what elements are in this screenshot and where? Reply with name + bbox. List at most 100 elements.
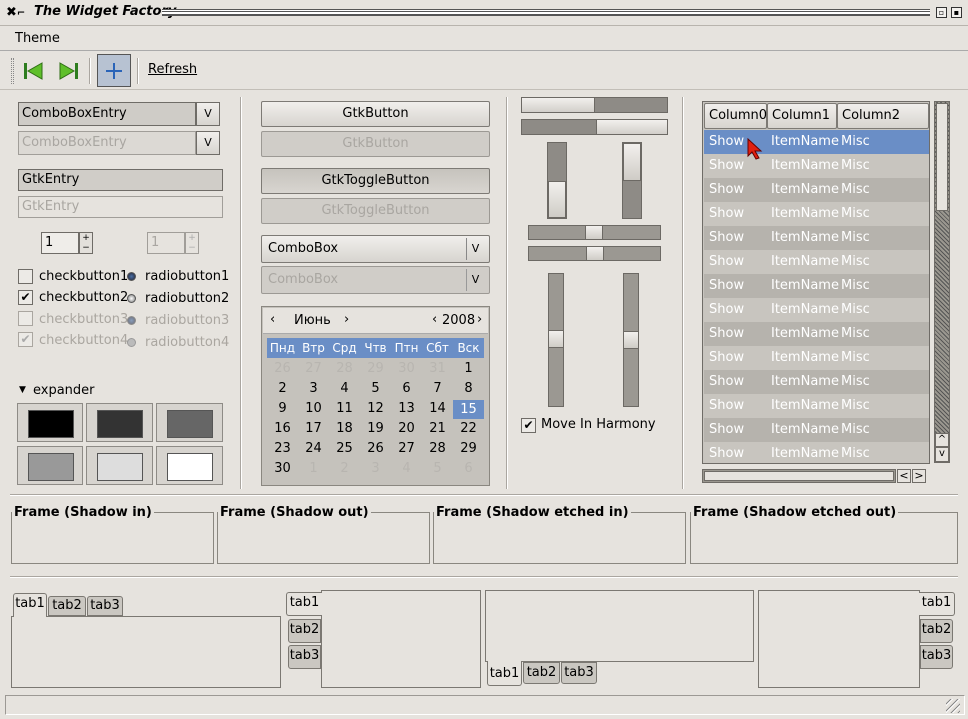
calendar-prev-month-icon[interactable]: ‹ [270,312,275,327]
calendar-day[interactable]: 3 [360,459,391,479]
calendar-day[interactable]: 10 [298,399,329,419]
calendar-day[interactable]: 5 [360,379,391,399]
table-row[interactable]: Show ItemName Misc [704,346,929,370]
tree-hscrollbar-thumb[interactable] [704,471,894,481]
notebook-left-tab3[interactable]: tab3 [288,645,321,669]
calendar-day[interactable]: 3 [298,379,329,399]
hscale-2-handle[interactable] [586,246,604,261]
calendar-day[interactable]: 6 [453,459,484,479]
calendar-day[interactable]: 7 [422,379,453,399]
calendar-prev-year-icon[interactable]: ‹ [432,312,437,327]
calendar-day[interactable]: 11 [329,399,360,419]
vscale-1[interactable] [548,273,564,407]
close-icon[interactable]: ✖⌐ [6,5,25,20]
radiobutton2-icon[interactable] [127,294,136,303]
scroll-right-icon[interactable]: > [912,469,926,483]
calendar-day[interactable]: 8 [453,379,484,399]
color-swatch-gray[interactable] [156,403,223,442]
notebook-bottom-tab2[interactable]: tab2 [523,662,560,684]
calendar-day[interactable]: 26 [360,439,391,459]
calendar-day[interactable]: 26 [267,359,298,379]
hscale-2[interactable] [528,246,661,261]
gtk-button[interactable]: GtkButton [261,101,490,127]
tree-view[interactable]: Column0 Column1 Column2 Show ItemName Misc… [702,101,930,464]
calendar-day[interactable]: 17 [298,419,329,439]
calendar-day[interactable]: 24 [298,439,329,459]
calendar-day[interactable]: 13 [391,399,422,419]
calendar-day[interactable]: 19 [360,419,391,439]
table-row[interactable]: Show ItemName Misc [704,442,929,463]
vscale-2-handle[interactable] [623,331,639,349]
calendar-day[interactable]: 20 [391,419,422,439]
gtk-toggle-button[interactable]: GtkToggleButton [261,168,490,194]
notebook-left-tab1[interactable]: tab1 [286,592,322,616]
checkbutton2-box[interactable]: ✔ [18,290,33,305]
calendar-day[interactable]: 28 [329,359,360,379]
calendar-next-year-icon[interactable]: › [477,312,482,327]
calendar-day[interactable]: 29 [453,439,484,459]
resize-grip-icon[interactable] [946,699,960,713]
title-bar[interactable]: ✖⌐ The Widget Factory ▫ ▪ [0,0,968,26]
tree-hscrollbar[interactable] [702,469,896,483]
calendar-day[interactable]: 30 [267,459,298,479]
color-swatch-lighter-gray[interactable] [86,446,153,485]
tree-vscrollbar-thumb[interactable] [936,103,948,211]
radiobutton1-icon[interactable] [127,272,136,281]
calendar-day[interactable]: 29 [360,359,391,379]
notebook-bottom-tab1[interactable]: tab1 [487,661,522,686]
calendar-day[interactable]: 21 [422,419,453,439]
hscale-1-handle[interactable] [585,225,603,240]
calendar-day[interactable]: 5 [422,459,453,479]
checkbutton1-box[interactable] [18,269,33,284]
expander-arrow-icon[interactable]: ▼ [19,385,26,395]
expander-label[interactable]: expander [33,383,95,398]
menu-theme[interactable]: Theme [15,31,60,46]
calendar-day[interactable]: 27 [391,439,422,459]
calendar-day[interactable]: 4 [329,379,360,399]
notebook-right-tab1[interactable]: tab1 [919,592,955,616]
notebook-top-tab1[interactable]: tab1 [13,593,47,617]
move-in-harmony-checkbox[interactable]: ✔ [521,418,536,433]
table-row[interactable]: Show ItemName Misc [704,226,929,250]
go-last-icon[interactable] [52,55,84,87]
color-swatch-light-gray[interactable] [17,446,83,485]
scroll-down-icon[interactable]: v [935,447,949,462]
minimize-icon[interactable]: ▪ [951,7,962,18]
table-row[interactable]: Show ItemName Misc [704,298,929,322]
calendar-day[interactable]: 27 [298,359,329,379]
vscale-1-handle[interactable] [548,330,564,348]
calendar-day[interactable]: 25 [329,439,360,459]
gtk-entry[interactable]: GtkEntry [18,169,223,191]
toolbar-handle[interactable] [11,58,14,84]
column-header-0[interactable]: Column0 [704,103,767,129]
column-header-2[interactable]: Column2 [837,103,929,129]
tree-vscrollbar[interactable]: ^ v [934,101,950,463]
color-swatch-white[interactable] [156,446,223,485]
spin-button-1[interactable]: 1 [41,232,79,254]
calendar-day[interactable]: 2 [329,459,360,479]
table-row[interactable]: Show ItemName Misc [704,418,929,442]
notebook-bottom-tab3[interactable]: tab3 [561,662,597,684]
calendar-day[interactable]: 30 [391,359,422,379]
calendar-day[interactable]: 6 [391,379,422,399]
calendar-day[interactable]: 9 [267,399,298,419]
color-swatch-dark-gray[interactable] [86,403,153,442]
table-row[interactable]: Show ItemName Misc [704,154,929,178]
combobox[interactable]: ComboBox [261,235,490,263]
table-row[interactable]: Show ItemName Misc [704,274,929,298]
hscale-1[interactable] [528,225,661,240]
table-row[interactable]: Show ItemName Misc [704,202,929,226]
calendar[interactable]: ‹ Июнь › ‹ 2008 › Пнд Втр Срд Чтв Птн Сб… [261,306,490,486]
notebook-left-tab2[interactable]: tab2 [288,619,321,643]
calendar-next-month-icon[interactable]: › [344,312,349,327]
calendar-day[interactable]: 14 [422,399,453,419]
scroll-up-icon[interactable]: ^ [935,433,949,447]
add-button[interactable] [97,54,131,87]
notebook-top-tab3[interactable]: tab3 [87,596,123,616]
spin-arrows-icon[interactable]: + − [79,232,93,254]
vscale-2[interactable] [623,273,639,407]
table-row[interactable]: Show ItemName Misc [704,130,929,154]
calendar-day[interactable]: 4 [391,459,422,479]
calendar-day[interactable]: 16 [267,419,298,439]
refresh-button[interactable]: Refresh [148,62,197,77]
